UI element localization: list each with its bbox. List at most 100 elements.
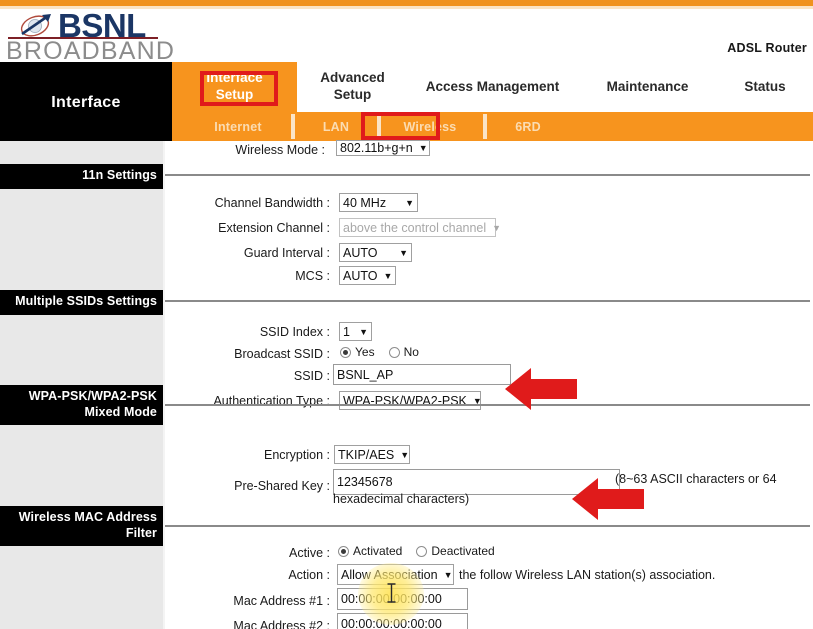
active-radio-activated-label: Activated: [353, 544, 403, 558]
tab-advanced-setup[interactable]: Advanced Setup: [300, 62, 405, 112]
subtab-wireless-label: Wireless: [403, 119, 457, 134]
subtab-internet[interactable]: Internet: [192, 112, 284, 141]
sidebar-item-mac-filter-label: Wireless MAC Address Filter: [18, 510, 157, 540]
broadcast-ssid-radio-group: Yes No: [340, 345, 429, 359]
active-radio-deactivated-label: Deactivated: [431, 544, 495, 558]
wireless-mode-label: Wireless Mode :: [235, 143, 325, 157]
page-header: BSNL BROADBAND ADSL Router: [0, 7, 813, 69]
extension-channel-select[interactable]: above the control channel ▼: [339, 218, 501, 237]
mac-address-1-label: Mac Address #1 :: [233, 594, 330, 608]
mcs-select[interactable]: AUTO ▼: [339, 266, 396, 285]
mac-address-2-value: 00:00:00:00:00:00: [341, 617, 442, 629]
subtab-wireless[interactable]: Wireless: [384, 112, 476, 141]
action-label: Action :: [288, 568, 330, 582]
subtab-6rd[interactable]: 6RD: [492, 112, 564, 141]
tab-status-label: Status: [744, 78, 786, 94]
wireless-mode-select[interactable]: 802.11b+g+n ▼: [336, 140, 430, 156]
extension-channel-label: Extension Channel :: [218, 221, 330, 235]
ssid-value: BSNL_AP: [337, 367, 394, 382]
pre-shared-key-label: Pre-Shared Key :: [234, 479, 330, 493]
ssid-index-value: 1: [343, 324, 350, 339]
sidebar-edge: [163, 141, 165, 629]
main-navigation: Interface Interface Setup Advanced Setup…: [0, 62, 813, 144]
broadcast-ssid-label: Broadcast SSID :: [234, 347, 330, 361]
router-config-page: BSNL BROADBAND ADSL Router Interface Int…: [0, 0, 813, 629]
active-radio-activated[interactable]: [338, 545, 349, 557]
active-label: Active :: [289, 546, 330, 560]
mcs-value: AUTO: [343, 268, 378, 283]
subnav-separator-2: [377, 114, 381, 139]
subtab-lan[interactable]: LAN: [300, 112, 372, 141]
section-divider-wpa: [165, 404, 810, 406]
chevron-down-icon: ▼: [399, 247, 408, 258]
action-suffix-text: the follow Wireless LAN station(s) assoc…: [459, 568, 716, 582]
chevron-down-icon: ▼: [383, 270, 393, 281]
sidebar-item-11n-settings-label: 11n Settings: [82, 168, 157, 182]
extension-channel-value: above the control channel: [343, 220, 487, 235]
subtab-lan-label: LAN: [322, 119, 350, 134]
mac-address-2-label: Mac Address #2 :: [233, 619, 330, 629]
sidebar-item-wpa-mixed-mode-label: WPA-PSK/WPA2-PSK Mixed Mode: [28, 389, 157, 419]
encryption-select[interactable]: TKIP/AES ▼: [334, 445, 410, 464]
channel-bandwidth-value: 40 MHz: [343, 195, 387, 210]
section-divider-ssids: [165, 300, 810, 302]
tab-interface-setup-label: Interface Setup: [206, 70, 263, 102]
tab-status[interactable]: Status: [725, 62, 805, 112]
tab-maintenance[interactable]: Maintenance: [580, 62, 715, 112]
encryption-label: Encryption :: [263, 448, 330, 462]
broadcast-ssid-radio-no[interactable]: [388, 346, 400, 358]
bsnl-logo: BSNL BROADBAND: [6, 7, 176, 65]
chevron-down-icon: ▼: [400, 449, 410, 460]
broadcast-ssid-radio-no-label: No: [403, 345, 419, 359]
action-select[interactable]: Allow Association ▼: [337, 564, 454, 585]
sidebar-item-11n-settings: 11n Settings: [0, 164, 163, 189]
tab-maintenance-label: Maintenance: [606, 78, 689, 94]
guard-interval-select[interactable]: AUTO ▼: [339, 243, 412, 262]
mcs-label: MCS :: [295, 269, 330, 283]
pre-shared-key-value: 12345678: [337, 475, 393, 489]
tab-access-management[interactable]: Access Management: [425, 62, 560, 112]
sidebar-item-wpa-mixed-mode: WPA-PSK/WPA2-PSK Mixed Mode: [0, 385, 163, 425]
subtab-6rd-label: 6RD: [515, 119, 541, 134]
section-divider-mac-filter: [165, 525, 810, 527]
product-label: ADSL Router: [727, 41, 807, 55]
section-divider-11n: [165, 174, 810, 176]
tab-interface-setup[interactable]: Interface Setup: [186, 62, 283, 112]
chevron-down-icon: ▼: [418, 143, 428, 153]
mac-address-1-input[interactable]: 00:00:00:00:00:00: [337, 588, 468, 610]
ssid-index-select[interactable]: 1 ▼: [339, 322, 372, 341]
subnav-separator-3: [483, 114, 487, 139]
bsnl-globe-swoosh-icon: [20, 14, 51, 37]
nav-section-title: Interface: [0, 62, 172, 144]
channel-bandwidth-label: Channel Bandwidth :: [214, 196, 330, 210]
wireless-mode-value: 802.11b+g+n: [340, 141, 413, 155]
ssid-label: SSID :: [293, 369, 330, 383]
nav-section-title-label: Interface: [51, 94, 121, 111]
tab-advanced-setup-label: Advanced Setup: [320, 70, 385, 102]
guard-interval-label: Guard Interval :: [243, 246, 330, 260]
subtab-internet-label: Internet: [214, 119, 262, 134]
authentication-type-select[interactable]: WPA-PSK/WPA2-PSK ▼: [339, 391, 482, 410]
sub-navigation: Internet LAN Wireless 6RD: [172, 112, 813, 141]
chevron-down-icon: ▼: [492, 222, 502, 233]
chevron-down-icon: ▼: [359, 326, 368, 337]
ssid-index-label: SSID Index :: [259, 325, 330, 339]
channel-bandwidth-select[interactable]: 40 MHz ▼: [339, 193, 418, 212]
annotation-arrow-ssid: [505, 368, 577, 410]
sidebar-item-multiple-ssids-label: Multiple SSIDs Settings: [15, 294, 157, 308]
encryption-value: TKIP/AES: [338, 447, 395, 462]
active-radio-group: Activated Deactivated: [338, 544, 505, 558]
text-cursor-icon: [387, 583, 396, 603]
chevron-down-icon: ▼: [405, 197, 414, 208]
annotation-arrow-pre-shared-key: [572, 478, 644, 520]
broadcast-ssid-radio-yes[interactable]: [340, 346, 351, 358]
settings-content: Wireless Mode : 802.11b+g+n ▼ 11n Settin…: [0, 140, 813, 629]
tab-access-management-label: Access Management: [425, 78, 560, 94]
chevron-down-icon: ▼: [443, 569, 453, 580]
ssid-input[interactable]: BSNL_AP: [333, 364, 511, 385]
guard-interval-value: AUTO: [343, 245, 378, 260]
action-value: Allow Association: [341, 567, 438, 582]
active-radio-deactivated[interactable]: [416, 545, 428, 557]
sidebar-item-multiple-ssids: Multiple SSIDs Settings: [0, 290, 163, 315]
mac-address-2-input[interactable]: 00:00:00:00:00:00: [337, 613, 468, 629]
